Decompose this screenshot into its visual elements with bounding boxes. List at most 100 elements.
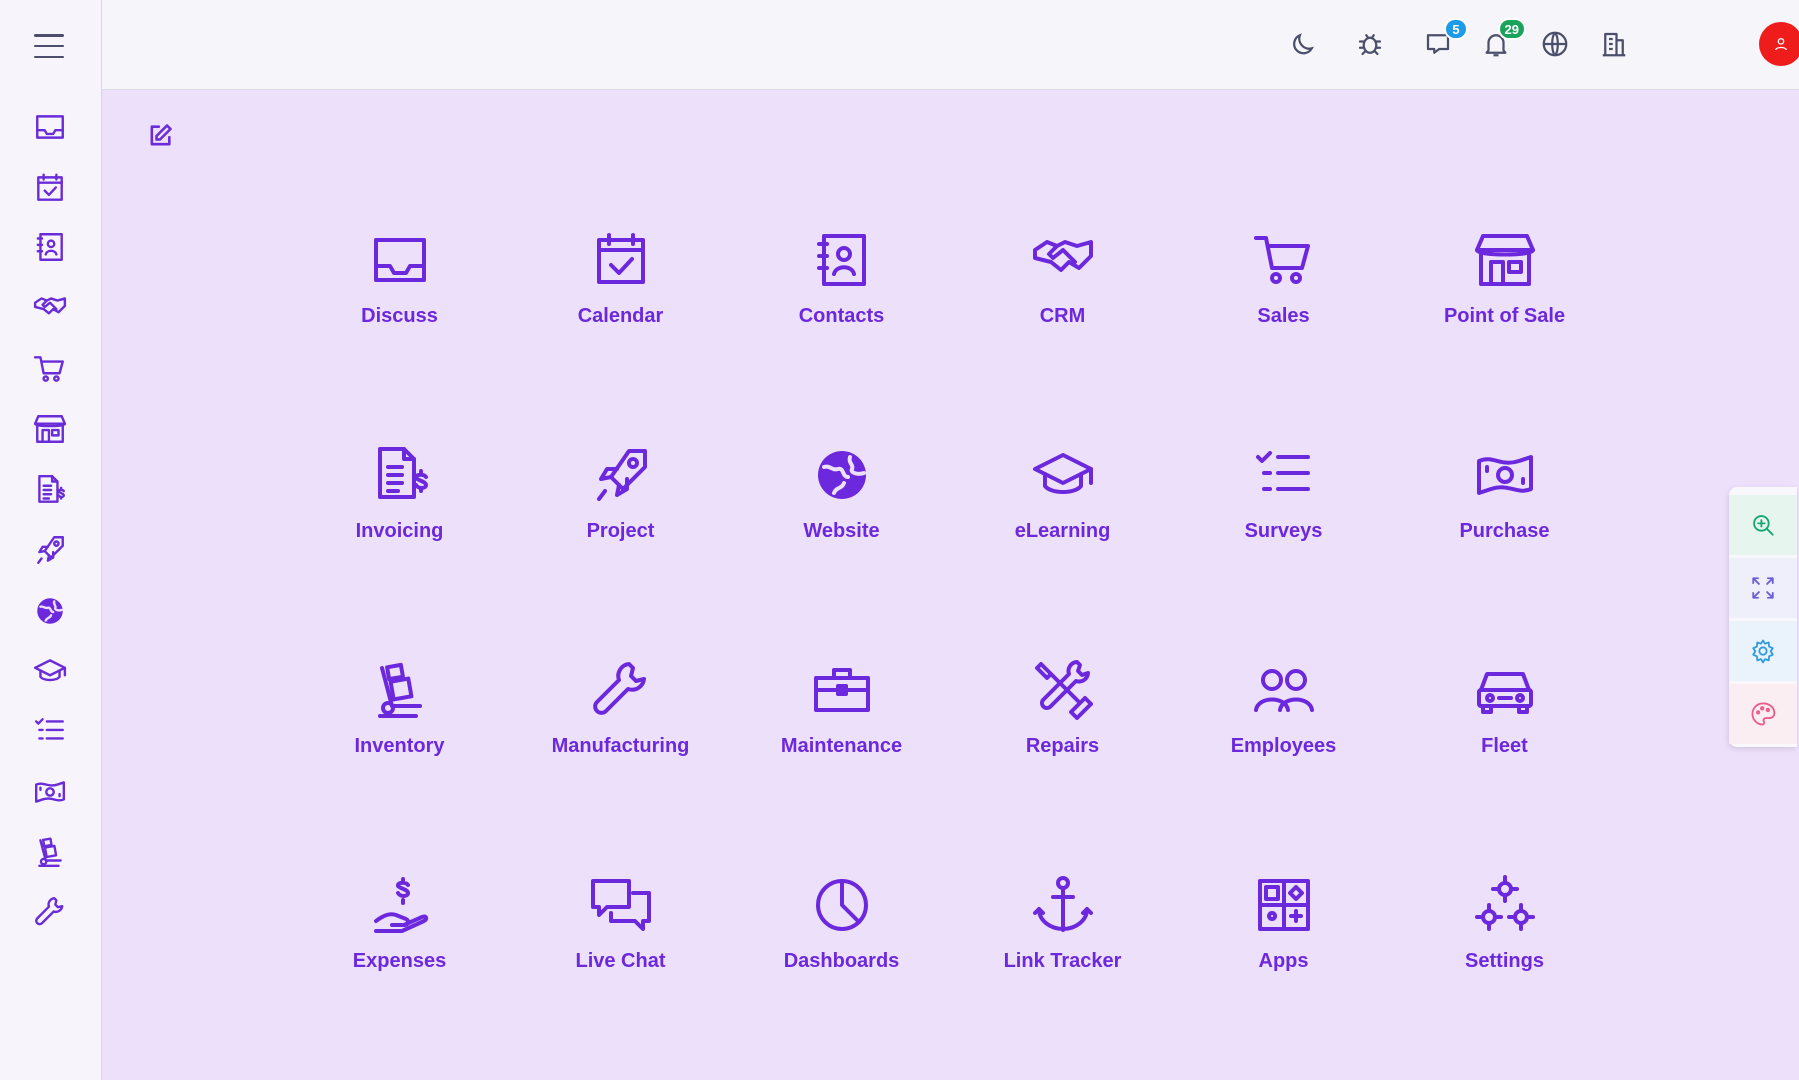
- app-surveys[interactable]: Surveys: [1173, 440, 1394, 655]
- app-icon: [1249, 655, 1319, 725]
- banknote-icon: [34, 781, 66, 803]
- sidebar-item-point-of-sale[interactable]: [30, 409, 70, 449]
- palette-icon: [1751, 702, 1776, 726]
- app-inventory[interactable]: Inventory: [289, 655, 510, 870]
- sidebar-item-surveys[interactable]: [30, 711, 70, 751]
- settings-button[interactable]: [1729, 621, 1797, 681]
- sidebar-item-manufacturing[interactable]: [30, 892, 70, 932]
- app-icon: [586, 655, 656, 725]
- app-crm[interactable]: CRM: [952, 225, 1173, 440]
- menu-toggle-icon[interactable]: [34, 34, 64, 58]
- app-dashboards[interactable]: Dashboards: [731, 870, 952, 1080]
- chat-badge: 5: [1444, 18, 1468, 40]
- calendar-check-icon: [596, 233, 645, 284]
- tools-icon: [1034, 660, 1093, 720]
- app-elearning[interactable]: eLearning: [952, 440, 1173, 655]
- zoom-in-button[interactable]: [1729, 495, 1797, 555]
- wrench-icon: [35, 896, 64, 926]
- app-label: Calendar: [577, 305, 664, 327]
- globe-icon[interactable]: [1537, 26, 1573, 62]
- app-apps[interactable]: Apps: [1173, 870, 1394, 1080]
- app-icon: [1028, 440, 1098, 510]
- app-icon: [1470, 870, 1540, 940]
- app-icon: [586, 225, 656, 295]
- app-label: Purchase: [1459, 520, 1550, 542]
- app-icon: [1249, 870, 1319, 940]
- fullscreen-button[interactable]: [1729, 558, 1797, 618]
- user-icon: [1775, 38, 1787, 51]
- app-manufacturing[interactable]: Manufacturing: [510, 655, 731, 870]
- app-sales[interactable]: Sales: [1173, 225, 1394, 440]
- sidebar-item-sales[interactable]: [30, 349, 70, 389]
- app-website[interactable]: Website: [731, 440, 952, 655]
- sidebar-item-invoicing[interactable]: [30, 470, 70, 510]
- app-label: Point of Sale: [1443, 305, 1566, 327]
- sidebar-item-website[interactable]: [30, 591, 70, 631]
- app-live-chat[interactable]: Live Chat: [510, 870, 731, 1080]
- cart-icon: [33, 356, 64, 382]
- app-employees[interactable]: Employees: [1173, 655, 1394, 870]
- app-icon: [807, 225, 877, 295]
- pie-chart-icon: [815, 879, 868, 931]
- sidebar-item-inventory[interactable]: [30, 832, 70, 872]
- app-label: eLearning: [1014, 520, 1111, 542]
- app-label: Repairs: [1025, 735, 1100, 757]
- cart-icon: [1253, 236, 1310, 284]
- sidebar-item-purchase[interactable]: [30, 772, 70, 812]
- building-icon[interactable]: [1596, 26, 1632, 62]
- sidebar-item-crm[interactable]: [30, 288, 70, 328]
- app-icon: [586, 440, 656, 510]
- app-invoicing[interactable]: Invoicing: [289, 440, 510, 655]
- app-fleet[interactable]: Fleet: [1394, 655, 1615, 870]
- app-label: Manufacturing: [551, 735, 690, 757]
- app-maintenance[interactable]: Maintenance: [731, 655, 952, 870]
- bug-icon[interactable]: [1352, 26, 1388, 62]
- car-icon: [1476, 672, 1533, 714]
- inbox-icon: [36, 115, 64, 139]
- checklist-icon: [34, 718, 64, 740]
- banknote-icon: [1476, 455, 1533, 495]
- app-repairs[interactable]: Repairs: [952, 655, 1173, 870]
- app-settings[interactable]: Settings: [1394, 870, 1615, 1080]
- floating-toolbar: [1729, 487, 1797, 747]
- app-label: Surveys: [1244, 520, 1323, 542]
- toolbox-icon: [813, 668, 870, 712]
- rocket-icon: [596, 449, 647, 501]
- app-discuss[interactable]: Discuss: [289, 225, 510, 440]
- app-expenses[interactable]: Expenses: [289, 870, 510, 1080]
- sidebar-item-elearning[interactable]: [30, 651, 70, 691]
- app-icon: [1028, 870, 1098, 940]
- app-label: Maintenance: [780, 735, 903, 757]
- globe-icon: [817, 451, 866, 499]
- invoice-icon: [38, 474, 66, 503]
- sidebar-item-project[interactable]: [30, 530, 70, 570]
- app-icon: [807, 440, 877, 510]
- user-avatar[interactable]: [1759, 22, 1799, 66]
- app-calendar[interactable]: Calendar: [510, 225, 731, 440]
- anchor-icon: [1032, 876, 1093, 932]
- app-icon: [1470, 225, 1540, 295]
- bell-icon[interactable]: 29: [1478, 18, 1526, 62]
- app-label: Settings: [1465, 950, 1544, 972]
- sidebar-item-calendar[interactable]: [30, 168, 70, 208]
- theme-button[interactable]: [1729, 684, 1797, 744]
- app-label: Expenses: [352, 950, 447, 972]
- sidebar-item-discuss[interactable]: [30, 107, 70, 147]
- invoice-icon: [377, 447, 428, 499]
- app-purchase[interactable]: Purchase: [1394, 440, 1615, 655]
- app-label: Link Tracker: [1003, 950, 1122, 972]
- app-link-tracker[interactable]: Link Tracker: [952, 870, 1173, 1080]
- app-label: Sales: [1257, 305, 1310, 327]
- app-label: Project: [586, 520, 655, 542]
- app-point-of-sale[interactable]: Point of Sale: [1394, 225, 1615, 440]
- gears-icon: [1474, 875, 1535, 931]
- app-label: Fleet: [1481, 735, 1528, 757]
- sidebar-item-contacts[interactable]: [30, 227, 70, 267]
- chat-icon[interactable]: 5: [1420, 18, 1468, 62]
- app-contacts[interactable]: Contacts: [731, 225, 952, 440]
- app-project[interactable]: Project: [510, 440, 731, 655]
- wrench-icon: [592, 662, 646, 715]
- app-label: Employees: [1230, 735, 1337, 757]
- edit-icon[interactable]: [146, 122, 178, 154]
- moon-icon[interactable]: [1285, 26, 1321, 62]
